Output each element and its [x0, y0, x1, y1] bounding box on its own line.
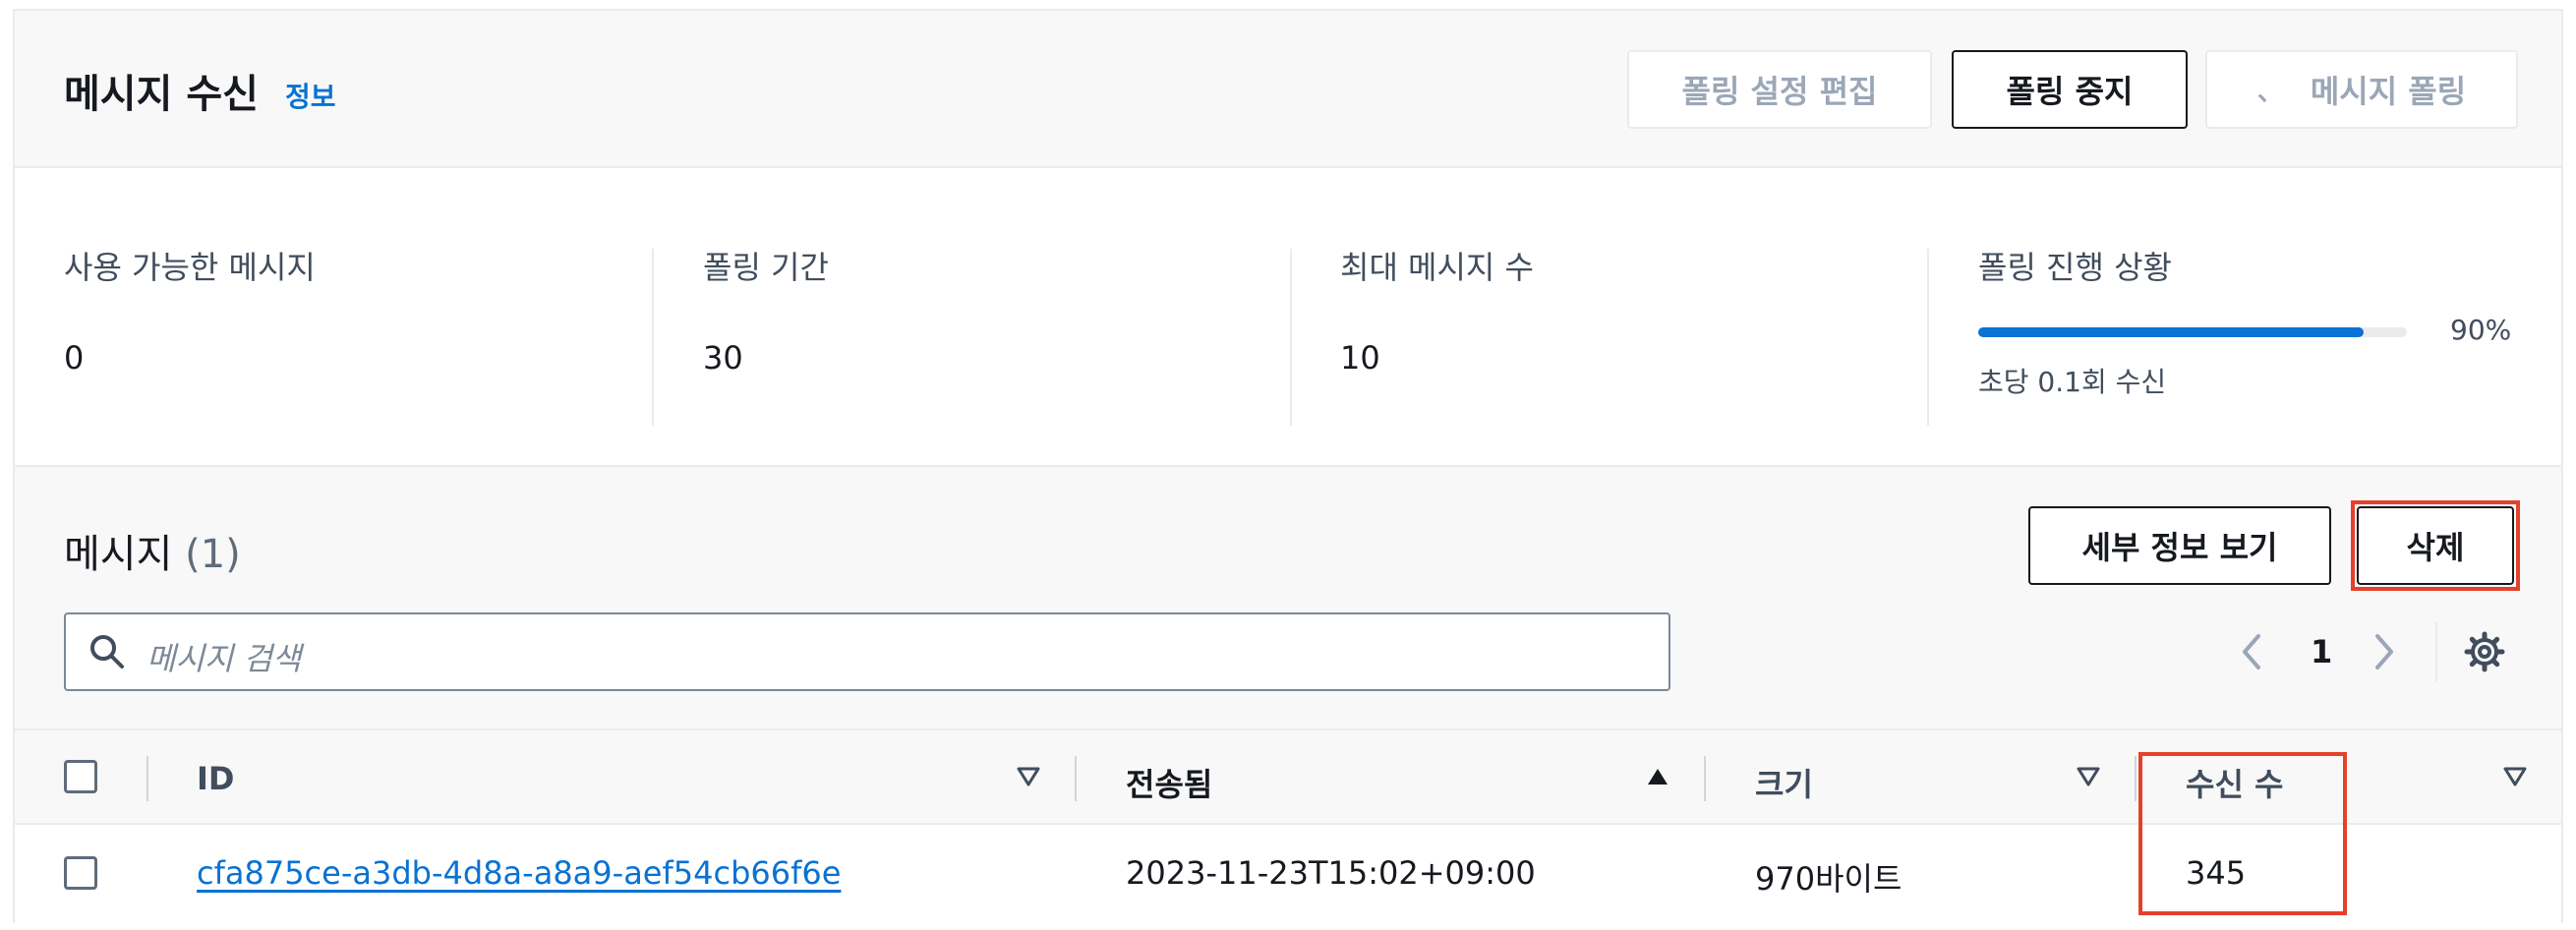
- polling-stats: 사용 가능한 메시지 0 폴링 기간 30 최대 메시지 수 10 폴링 진행 …: [15, 170, 2561, 465]
- poll-messages-button[interactable]: 、 메시지 폴링: [2205, 50, 2518, 129]
- receive-messages-panel: 메시지 수신 정보 폴링 설정 편집 폴링 중지 、 메시지 폴링 사용 가능한…: [13, 9, 2563, 923]
- page-title: 메시지 수신: [64, 72, 259, 117]
- stat-value: 10: [1340, 339, 1380, 377]
- column-divider: [2135, 756, 2137, 801]
- stat-value: 30: [703, 339, 743, 377]
- stat-value: 0: [64, 339, 85, 377]
- stat-label: 폴링 진행 상황: [1978, 249, 2172, 286]
- progress-rate: 초당 0.1회 수신: [1978, 366, 2167, 398]
- column-divider: [146, 756, 148, 801]
- stat-polling-duration: 폴링 기간 30: [703, 243, 829, 377]
- sort-down-icon[interactable]: [1016, 766, 1041, 787]
- gear-icon: [2464, 631, 2505, 672]
- next-page-button[interactable]: [2370, 612, 2399, 691]
- search-icon: [90, 635, 124, 668]
- stat-label: 사용 가능한 메시지: [64, 249, 316, 286]
- column-header-id[interactable]: ID: [197, 760, 234, 797]
- stop-polling-button[interactable]: 폴링 중지: [1952, 50, 2188, 129]
- messages-title-text: 메시지: [64, 532, 173, 577]
- poll-messages-label: 메시지 폴링: [2310, 73, 2467, 110]
- divider: [1290, 249, 1292, 426]
- stat-max-message-count: 최대 메시지 수 10: [1340, 243, 1534, 377]
- page-number-button[interactable]: 1: [2311, 612, 2332, 691]
- stat-label: 최대 메시지 수: [1340, 249, 1534, 286]
- info-link[interactable]: 정보: [285, 76, 336, 115]
- message-id-link[interactable]: cfa875ce-a3db-4d8a-a8a9-aef54cb66f6e: [197, 854, 841, 892]
- stat-available-messages: 사용 가능한 메시지 0: [64, 243, 316, 377]
- divider: [1927, 249, 1929, 426]
- message-size: 970바이트: [1755, 860, 1903, 898]
- messages-count: (1): [185, 532, 241, 577]
- previous-page-button[interactable]: [2237, 612, 2266, 691]
- column-divider: [1704, 756, 1706, 801]
- preferences-button[interactable]: [2463, 612, 2506, 691]
- sort-up-icon[interactable]: [1645, 766, 1670, 787]
- progress-percent: 90%: [2450, 314, 2512, 346]
- search-input[interactable]: 메시지 검색: [64, 612, 1670, 691]
- progress-fill: [1978, 327, 2365, 337]
- search-placeholder: 메시지 검색: [146, 640, 302, 677]
- stat-label: 폴링 기간: [703, 249, 829, 286]
- message-sent-time: 2023-11-23T15:02+09:00: [1126, 854, 1536, 892]
- sort-down-icon[interactable]: [2076, 766, 2101, 787]
- select-all-checkbox[interactable]: [64, 760, 97, 793]
- view-details-button[interactable]: 세부 정보 보기: [2028, 506, 2331, 585]
- panel-header: 메시지 수신 정보 폴링 설정 편집 폴링 중지 、 메시지 폴링: [15, 11, 2561, 168]
- messages-section: 메시지 (1) 세부 정보 보기 삭제 메시지 검색 1: [15, 465, 2561, 728]
- stat-polling-progress: 폴링 진행 상황: [1978, 243, 2172, 288]
- divider: [652, 249, 654, 426]
- column-divider: [1075, 756, 1077, 801]
- chevron-left-icon: [2243, 634, 2260, 669]
- column-header-sent[interactable]: 전송됨: [1126, 760, 1212, 805]
- progress-track: [1978, 327, 2407, 337]
- highlight-box-delete: [2351, 500, 2520, 591]
- messages-title: 메시지 (1): [64, 522, 241, 579]
- chevron-right-icon: [2375, 634, 2393, 669]
- divider: [2435, 622, 2437, 681]
- edit-polling-settings-button[interactable]: 폴링 설정 편집: [1627, 50, 1932, 129]
- highlight-box-receive-count: [2138, 752, 2347, 915]
- column-header-size[interactable]: 크기: [1755, 760, 1813, 805]
- sort-down-icon[interactable]: [2502, 766, 2528, 787]
- row-checkbox[interactable]: [64, 856, 97, 890]
- loading-icon: 、: [2256, 77, 2283, 107]
